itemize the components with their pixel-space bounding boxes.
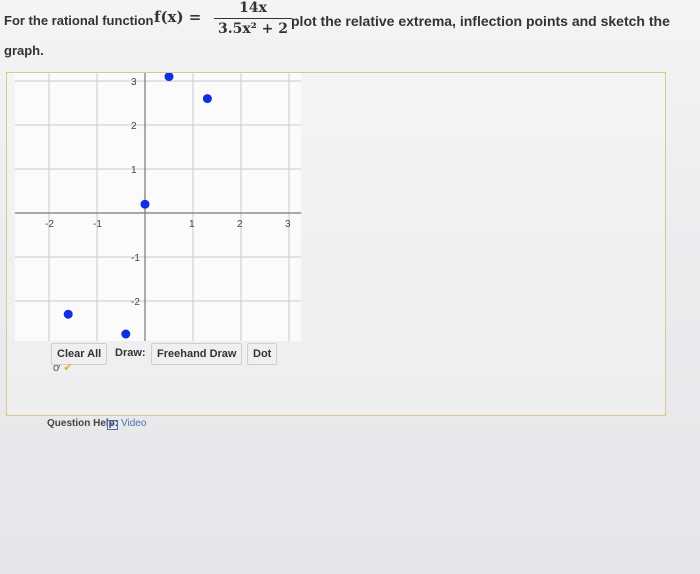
x-tick-label: 3 bbox=[285, 219, 291, 230]
video-link[interactable]: ▶ Video bbox=[107, 418, 146, 430]
y-tick-label: -2 bbox=[131, 297, 140, 308]
y-tick-label: -1 bbox=[131, 253, 140, 264]
pencil-icon[interactable]: ơ bbox=[53, 362, 60, 374]
fraction-denominator: 3.5x² + 2 bbox=[217, 21, 289, 37]
freehand-draw-button[interactable]: Freehand Draw bbox=[151, 343, 243, 365]
y-tick-label: 3 bbox=[131, 77, 137, 88]
play-icon: ▶ bbox=[107, 420, 118, 430]
function-label: f(x) = bbox=[154, 8, 202, 26]
question-continuation: graph. bbox=[4, 43, 44, 58]
draw-label: Draw: bbox=[115, 347, 146, 359]
dot-button[interactable]: Dot bbox=[247, 343, 278, 365]
y-tick-label: 1 bbox=[131, 165, 137, 176]
plotted-point[interactable] bbox=[164, 73, 174, 82]
y-tick-label: 2 bbox=[131, 121, 137, 132]
plotted-point[interactable] bbox=[121, 329, 131, 339]
x-tick-label: -2 bbox=[45, 219, 54, 230]
x-tick-label: -1 bbox=[93, 219, 102, 230]
tool-icons: ơ ✔ bbox=[53, 361, 73, 374]
answer-panel: -3-2-1123321-1-2-3 Clear All Draw: Freeh… bbox=[6, 72, 666, 430]
graph-canvas[interactable]: -3-2-1123321-1-2-3 bbox=[15, 73, 301, 341]
plotted-point[interactable] bbox=[202, 94, 212, 104]
video-label: Video bbox=[121, 418, 147, 429]
question-prefix: For the rational function bbox=[4, 13, 154, 28]
plotted-point[interactable] bbox=[140, 199, 150, 209]
graph-area[interactable]: -3-2-1123321-1-2-3 bbox=[15, 73, 301, 341]
checkmark-icon[interactable]: ✔ bbox=[63, 362, 72, 374]
x-tick-label: 1 bbox=[189, 219, 195, 230]
question-suffix: plot the relative extrema, inflection po… bbox=[291, 13, 670, 29]
function-fraction: 14x 3.5x² + 2 bbox=[214, 0, 292, 37]
plotted-point[interactable] bbox=[63, 309, 73, 319]
fraction-numerator: 14x bbox=[239, 0, 267, 16]
x-tick-label: 2 bbox=[237, 219, 243, 230]
